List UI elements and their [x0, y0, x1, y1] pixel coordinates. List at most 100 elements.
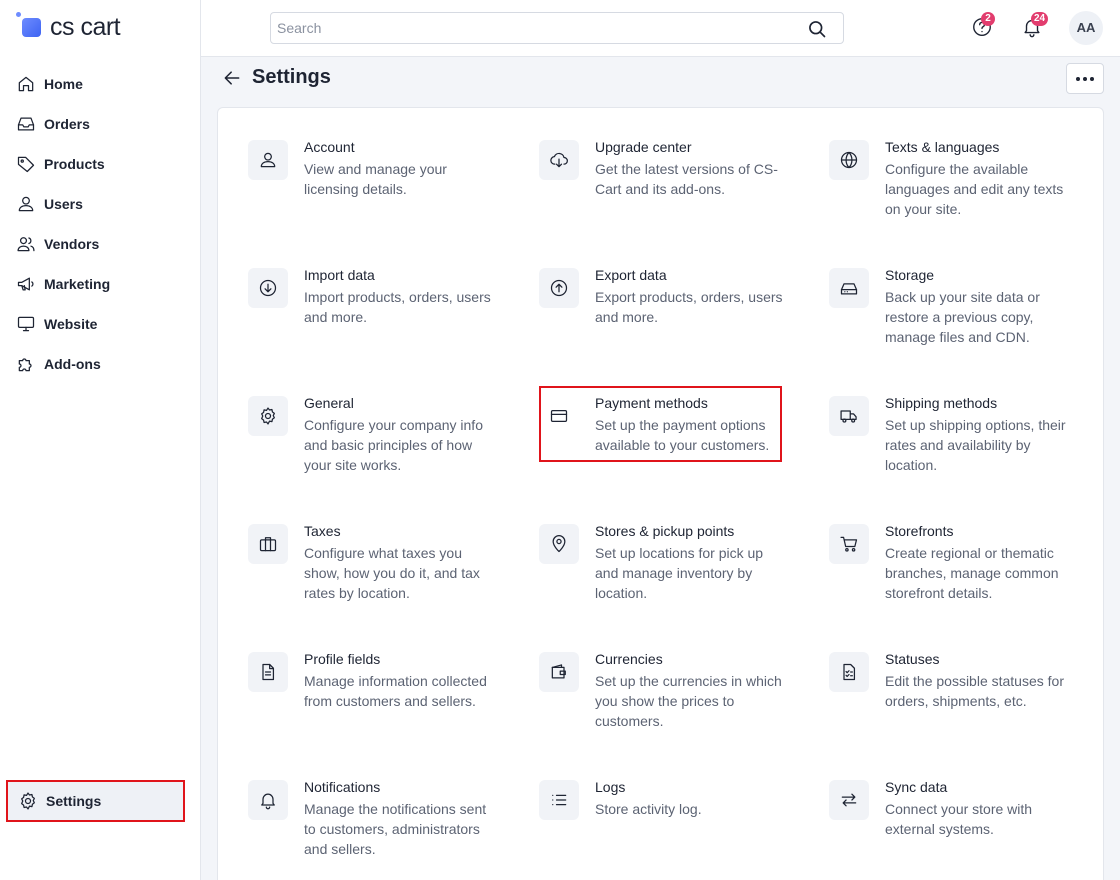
hard-drive-icon: [840, 283, 858, 295]
card-description: Configure what taxes you show, how you d…: [304, 545, 480, 601]
credit-card-icon: [550, 409, 568, 423]
card-description: Create regional or thematic branches, ma…: [885, 545, 1059, 601]
card-icon-box: [539, 268, 579, 308]
sidebar-item-label: Marketing: [44, 276, 111, 292]
search-box: [270, 12, 844, 44]
inbox-icon: [17, 117, 35, 131]
wallet-icon: [551, 664, 566, 679]
more-dot-icon: [1083, 76, 1087, 81]
page-title: Settings: [252, 66, 331, 88]
settings-panel: [217, 107, 1104, 880]
sidebar-item-label: Home: [44, 76, 83, 92]
cart-icon: [840, 536, 858, 552]
card-title: General: [304, 395, 354, 411]
sidebar-item-website[interactable]: Website: [10, 308, 186, 340]
card-description: Configure the available languages and ed…: [885, 161, 1064, 217]
card-title: Import data: [304, 267, 375, 283]
card-title: Storage: [885, 267, 935, 283]
card-title: Shipping methods: [885, 395, 998, 411]
logo-text: cs cart: [50, 13, 121, 41]
card-description: Manage the notifications sent to custome…: [304, 801, 487, 857]
card-icon-box: [539, 652, 579, 692]
sidebar-item-settings[interactable]: Settings: [6, 780, 185, 822]
card-icon-box: [829, 780, 869, 820]
puzzle-icon: [18, 358, 32, 372]
card-icon-box: [829, 268, 869, 308]
sidebar-item-home[interactable]: Home: [10, 68, 186, 100]
cs-cart-logo[interactable]: cs cart: [16, 12, 121, 42]
sidebar-item-label: Orders: [44, 116, 90, 132]
card-icon-box: [539, 396, 579, 436]
card-icon-box: [539, 140, 579, 180]
card-icon-box: [829, 524, 869, 564]
card-title: Notifications: [304, 779, 381, 795]
sidebar-item-label: Vendors: [44, 236, 100, 252]
sidebar-item-orders[interactable]: Orders: [10, 108, 186, 140]
card-icon-box: [248, 396, 288, 436]
card-description: Edit the possible statuses for orders, s…: [885, 673, 1064, 709]
sidebar-item-marketing[interactable]: Marketing: [10, 268, 186, 300]
card-title: Statuses: [885, 651, 940, 667]
card-icon-box: [248, 652, 288, 692]
card-description: Manage information collected from custom…: [304, 673, 487, 709]
bell-icon: [261, 793, 275, 810]
card-icon-box: [248, 140, 288, 180]
card-description: Get the latest versions of CS-Cart and i…: [595, 161, 778, 197]
card-description: Configure your company info and basic pr…: [304, 417, 483, 473]
card-title: Export data: [595, 267, 667, 283]
sidebar-item-label: Website: [44, 316, 98, 332]
document-icon: [262, 663, 275, 681]
notifications-button[interactable]: 24: [1021, 12, 1049, 38]
monitor-icon: [17, 316, 35, 332]
card-icon-box: [539, 524, 579, 564]
notifications-badge: 24: [1031, 12, 1049, 26]
card-description: Store activity log.: [595, 801, 702, 817]
avatar[interactable]: AA: [1069, 11, 1103, 45]
map-pin-icon: [552, 535, 566, 553]
gear-icon: [261, 407, 275, 425]
card-title: Storefronts: [885, 523, 954, 539]
card-icon-box: [829, 396, 869, 436]
user-icon: [260, 152, 276, 168]
card-description: Connect your store with external systems…: [885, 801, 1033, 837]
sidebar-item-label: Users: [44, 196, 83, 212]
home-icon: [18, 76, 34, 92]
card-title: Upgrade center: [595, 139, 692, 155]
arrows-swap-icon: [841, 793, 857, 807]
arrow-up-circle-icon: [550, 279, 568, 297]
card-description: Set up the currencies in which you show …: [595, 673, 782, 729]
briefcase-icon: [259, 537, 277, 552]
card-title: Stores & pickup points: [595, 523, 735, 539]
sidebar-item-users[interactable]: Users: [10, 188, 186, 220]
card-title: Logs: [595, 779, 626, 795]
arrow-left-icon: [224, 71, 240, 85]
more-options-button[interactable]: [1066, 63, 1104, 94]
card-description: Set up shipping options, their rates and…: [885, 417, 1066, 473]
sidebar-item-label: Products: [44, 156, 105, 172]
card-icon-box: [248, 780, 288, 820]
back-button[interactable]: [222, 68, 242, 88]
sidebar-item-add-ons[interactable]: Add-ons: [10, 348, 186, 380]
sidebar-item-products[interactable]: Products: [10, 148, 186, 180]
logo-icon: [16, 12, 46, 42]
card-icon-box: [248, 268, 288, 308]
search-icon[interactable]: [807, 19, 827, 39]
card-title: Taxes: [304, 523, 341, 539]
sidebar: cs cart Home Orders Products Users Vendo…: [0, 0, 201, 880]
checklist-icon: [843, 663, 856, 681]
arrow-down-circle-icon: [259, 279, 277, 297]
truck-icon: [840, 410, 857, 423]
card-description: Import products, orders, users and more.: [304, 289, 491, 325]
card-icon-box: [829, 140, 869, 180]
card-title: Sync data: [885, 779, 948, 795]
sidebar-item-vendors[interactable]: Vendors: [10, 228, 186, 260]
sidebar-item-label: Settings: [46, 793, 102, 809]
card-description: Set up the payment options available to …: [595, 417, 770, 453]
card-icon-box: [539, 780, 579, 820]
card-description: View and manage your licensing details.: [304, 161, 447, 197]
list-icon: [552, 794, 567, 806]
megaphone-icon: [17, 277, 34, 291]
card-icon-box: [248, 524, 288, 564]
search-input[interactable]: [271, 13, 791, 43]
help-button[interactable]: 2: [971, 12, 995, 38]
